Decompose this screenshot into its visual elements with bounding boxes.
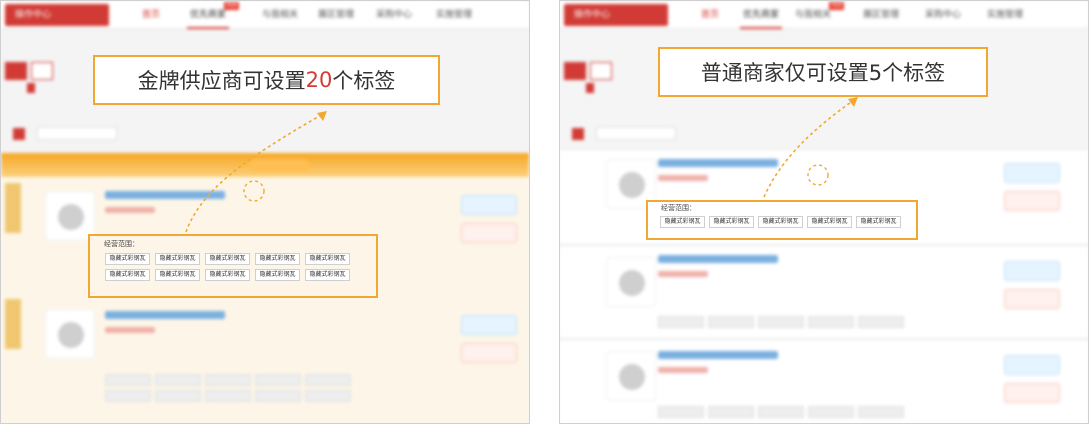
callout-prefix: 普通商家仅可设置5个标签 bbox=[700, 61, 946, 85]
callout-prefix: 金牌供应商可设置 bbox=[137, 69, 306, 93]
gold-supplier-callout: 金牌供应商可设置 20 个标签 bbox=[93, 55, 440, 105]
normal-merchant-screenshot: 操作中心 首页 优先商家 与我相关Hot 展区管理 采购中心 实施管理 ​​​​… bbox=[559, 0, 1089, 424]
gold-supplier-screenshot: 操作中心 首页 优先商家Hot 与我相关 展区管理 采购中心 实施管理 ​​​​… bbox=[0, 0, 530, 424]
normal-merchant-callout: 普通商家仅可设置5个标签 bbox=[658, 47, 988, 97]
callout-highlight: 20 bbox=[305, 68, 333, 92]
callout-suffix: 个标签 bbox=[332, 69, 396, 93]
